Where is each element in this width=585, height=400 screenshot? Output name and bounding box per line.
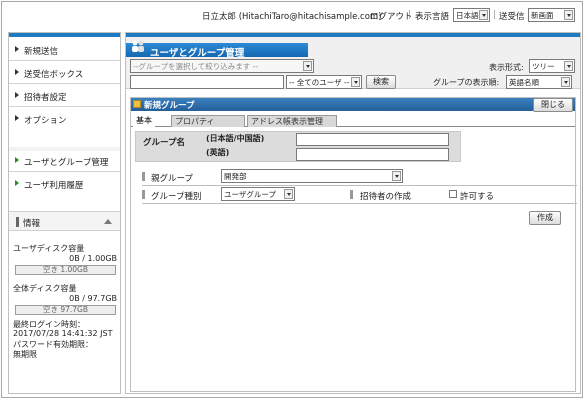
arrow-right-icon (15, 157, 19, 163)
allow-checkbox[interactable] (449, 190, 457, 198)
collapse-icon[interactable] (104, 219, 112, 224)
info-header[interactable]: 情報 (9, 211, 120, 231)
tab-address-book[interactable]: アドレス帳表示管理 (247, 115, 337, 127)
divider: | (493, 10, 496, 20)
sidebar-item-options[interactable]: オプション (9, 108, 120, 130)
group-filter-placeholder: --グループを選択して絞り込みます -- (133, 62, 259, 71)
sidebar-item-label: ユーザとグループ管理 (24, 158, 109, 168)
group-name-ja-input[interactable] (296, 133, 449, 146)
sidebar-item-label: 送受信ボックス (24, 70, 84, 80)
user-filter-value: -- 全てのユーザ -- (289, 78, 350, 87)
total-disk-label: 全体ディスク容量 (13, 284, 77, 293)
chevron-down-icon (564, 61, 573, 71)
arrow-right-icon (15, 180, 19, 186)
sidebar-item-inviter-settings[interactable]: 招待者設定 (9, 85, 120, 107)
user-group-icon (132, 40, 144, 52)
sidebar: 新規送信 送受信ボックス 招待者設定 オプション ユーザとグループ管理 ユーザ利… (8, 32, 121, 394)
total-disk-free: 空き 97.7GB (15, 305, 116, 315)
field-marker (350, 190, 353, 199)
logout-link[interactable]: ログアウト (370, 10, 413, 22)
main-header: ユーザとグループ管理 --グループを選択して絞り込みます -- -- 全てのユー… (126, 37, 580, 89)
info-marker (16, 217, 19, 227)
parent-group-value: 開発部 (224, 172, 247, 181)
arrow-right-icon (15, 46, 19, 52)
app-window: 日立太郎 (HitachiTaro@hitachisample.com) ログア… (1, 1, 583, 398)
group-order-label: グループの表示順: (433, 78, 500, 87)
receive-value: 新画面 (531, 11, 554, 20)
sidebar-item-label: ユーザ利用履歴 (24, 181, 84, 191)
tab-bar: 基本 プロパティ アドレス帳表示管理 (131, 115, 575, 127)
info-title: 情報 (23, 219, 41, 229)
password-value: 無期限 (13, 350, 37, 359)
user-filter-select[interactable]: -- 全てのユーザ -- (286, 75, 362, 89)
page-title: ユーザとグループ管理 (150, 48, 245, 59)
chevron-down-icon (564, 10, 573, 20)
arrow-right-icon (15, 115, 19, 121)
search-button[interactable]: 検索 (366, 75, 396, 89)
divider (142, 203, 577, 204)
group-type-select[interactable]: ユーザグループ (221, 187, 295, 201)
arrow-right-icon (15, 69, 19, 75)
sidebar-item-label: 招待者設定 (24, 93, 67, 103)
field-marker (142, 172, 145, 181)
allow-label: 許可する (460, 192, 495, 202)
sidebar-item-inbox[interactable]: 送受信ボックス (9, 62, 120, 84)
divider: | (408, 10, 411, 20)
receive-label: 送受信 (499, 12, 525, 22)
group-type-label: グループ種別 (151, 192, 202, 202)
chevron-down-icon (351, 77, 360, 87)
top-bar: 日立太郎 (HitachiTaro@hitachisample.com) ログア… (2, 2, 582, 28)
lang-en-label: (英語) (206, 148, 230, 157)
tab-properties[interactable]: プロパティ (171, 115, 245, 127)
chevron-down-icon (392, 171, 401, 181)
sidebar-item-label: 新規送信 (24, 47, 59, 57)
group-order-value: 英語名順 (509, 78, 539, 87)
search-input[interactable] (130, 75, 284, 89)
new-group-title: 新規グループ (144, 101, 195, 111)
field-marker (142, 190, 145, 199)
lang-ja-label: (日本語/中国語) (206, 134, 265, 143)
display-format-label: 表示形式: (489, 63, 524, 72)
receive-select[interactable]: 新画面 (528, 8, 575, 22)
group-name-en-input[interactable] (296, 148, 449, 161)
chevron-down-icon (303, 61, 312, 71)
group-icon (133, 100, 141, 108)
last-login-value: 2017/07/28 14:41:32 JST (13, 329, 113, 338)
new-group-header: 新規グループ (131, 98, 575, 111)
parent-group-select[interactable]: 開発部 (221, 169, 403, 183)
group-name-label: グループ名 (143, 138, 185, 148)
chevron-down-icon (284, 189, 293, 199)
close-button[interactable]: 閉じる (533, 98, 573, 112)
new-group-panel: 新規グループ 閉じる 基本 プロパティ アドレス帳表示管理 グループ名 (日本語… (130, 97, 577, 392)
display-lang-select[interactable]: 日本語 (453, 8, 490, 22)
group-filter-select[interactable]: --グループを選択して絞り込みます -- (130, 59, 314, 73)
sidebar-item-user-history[interactable]: ユーザ利用履歴 (9, 173, 120, 195)
group-type-value: ユーザグループ (224, 190, 276, 199)
chevron-down-icon (561, 77, 570, 87)
sidebar-item-user-group-management[interactable]: ユーザとグループ管理 (9, 150, 120, 172)
create-button[interactable]: 作成 (529, 211, 561, 225)
arrow-right-icon (15, 92, 19, 98)
sidebar-item-label: オプション (24, 116, 67, 126)
display-format-value: ツリー (532, 62, 555, 71)
group-name-box: グループ名 (日本語/中国語) (英語) (135, 131, 461, 162)
user-disk-free: 空き 1.00GB (15, 265, 116, 275)
sidebar-accent-bar (9, 33, 120, 37)
tab-basic[interactable]: 基本 (133, 115, 155, 127)
user-disk-value: 0B / 1.00GB (69, 254, 117, 263)
display-lang-label: 表示言語 (415, 12, 450, 22)
group-order-select[interactable]: 英語名順 (506, 75, 572, 89)
user-disk-label: ユーザディスク容量 (13, 244, 85, 253)
display-lang-value: 日本語 (456, 11, 479, 20)
sidebar-item-new-send[interactable]: 新規送信 (9, 39, 120, 61)
inviter-label: 招待者の作成 (360, 192, 412, 202)
chevron-down-icon (479, 10, 488, 20)
parent-group-label: 親グループ (151, 174, 193, 184)
main-panel: ユーザとグループ管理 --グループを選択して絞り込みます -- -- 全てのユー… (125, 32, 581, 394)
display-format-select[interactable]: ツリー (529, 59, 575, 73)
user-label: 日立太郎 (HitachiTaro@hitachisample.com) (202, 12, 382, 22)
divider (142, 185, 577, 186)
total-disk-value: 0B / 97.7GB (69, 294, 117, 303)
